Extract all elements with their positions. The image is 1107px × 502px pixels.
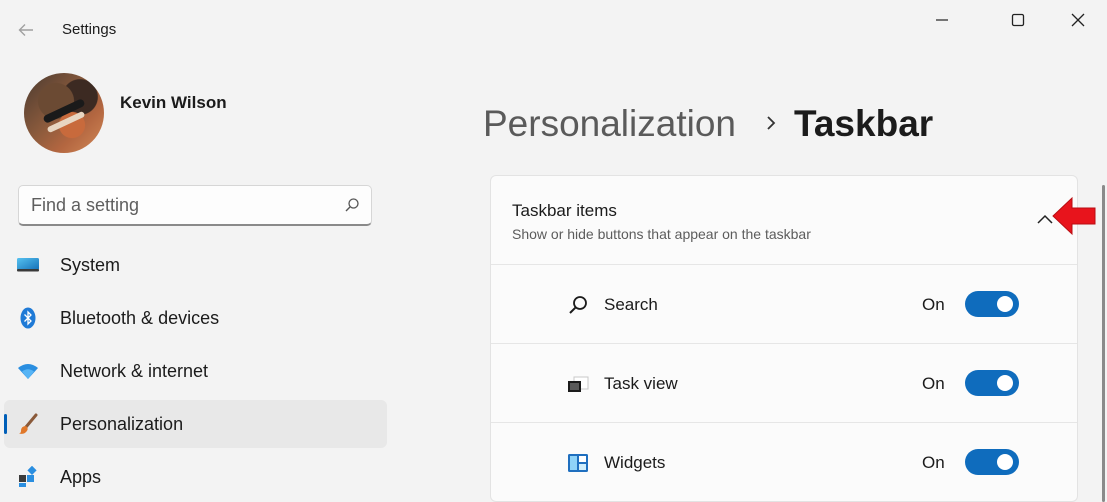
sidebar-item-label: Apps [60,466,102,487]
sidebar-item-label: Personalization [60,413,184,434]
taskbar-items-header[interactable]: Taskbar items Show or hide buttons that … [491,176,1077,265]
toggle-knob [997,296,1013,312]
avatar [24,73,104,153]
system-display-icon [16,253,40,277]
taskbar-items-panel: Taskbar items Show or hide buttons that … [490,175,1078,502]
row-label: Search [604,295,658,314]
breadcrumb: Personalization Taskbar [483,103,933,145]
page-title: Taskbar [794,103,934,144]
setting-row-search: Search On [491,265,1077,344]
active-indicator [4,414,7,434]
sidebar-item-system[interactable]: System [4,241,387,289]
toggle-knob [997,454,1013,470]
minimize-icon [936,19,948,21]
sidebar-item-bluetooth[interactable]: Bluetooth & devices [4,294,387,342]
toggle-state-text: On [922,295,945,314]
apps-icon [16,465,40,489]
back-button[interactable] [16,20,36,40]
setting-row-task-view: Task view On [491,344,1077,423]
setting-row-widgets: Widgets On [491,423,1077,502]
sidebar-item-label: Network & internet [60,360,209,381]
task-view-icon [568,376,589,392]
section-title: Taskbar items [512,201,617,220]
bluetooth-icon [16,306,40,330]
toggle-knob [997,375,1013,391]
annotation-arrow-icon [1052,196,1096,236]
section-subtitle: Show or hide buttons that appear on the … [512,226,811,242]
row-label: Task view [604,374,678,393]
search-input[interactable] [19,186,319,224]
search-icon [569,296,587,314]
sidebar-item-personalization[interactable]: Personalization [4,400,387,448]
sidebar-item-apps[interactable]: Apps [4,453,387,501]
widgets-icon [568,454,588,472]
toggle-state-text: On [922,374,945,393]
maximize-icon [1011,13,1025,27]
chevron-right-icon [767,116,776,130]
close-icon [1071,13,1085,27]
search-box[interactable] [18,185,372,226]
task-view-toggle[interactable] [965,370,1019,396]
user-name: Kevin Wilson [120,93,227,112]
app-title: Settings [62,21,117,38]
sidebar-item-network[interactable]: Network & internet [4,347,387,395]
paintbrush-icon [16,412,40,436]
scrollbar[interactable] [1102,185,1105,502]
toggle-state-text: On [922,453,945,472]
breadcrumb-parent[interactable]: Personalization [483,103,736,144]
maximize-button[interactable] [1006,8,1030,32]
sidebar-item-label: System [60,254,121,275]
search-icon [345,198,359,212]
wifi-icon [16,359,40,383]
minimize-button[interactable] [930,8,954,32]
search-toggle[interactable] [965,291,1019,317]
sidebar-item-label: Bluetooth & devices [60,307,220,328]
close-button[interactable] [1066,8,1090,32]
back-arrow-icon [18,24,33,36]
widgets-toggle[interactable] [965,449,1019,475]
row-label: Widgets [604,453,666,472]
